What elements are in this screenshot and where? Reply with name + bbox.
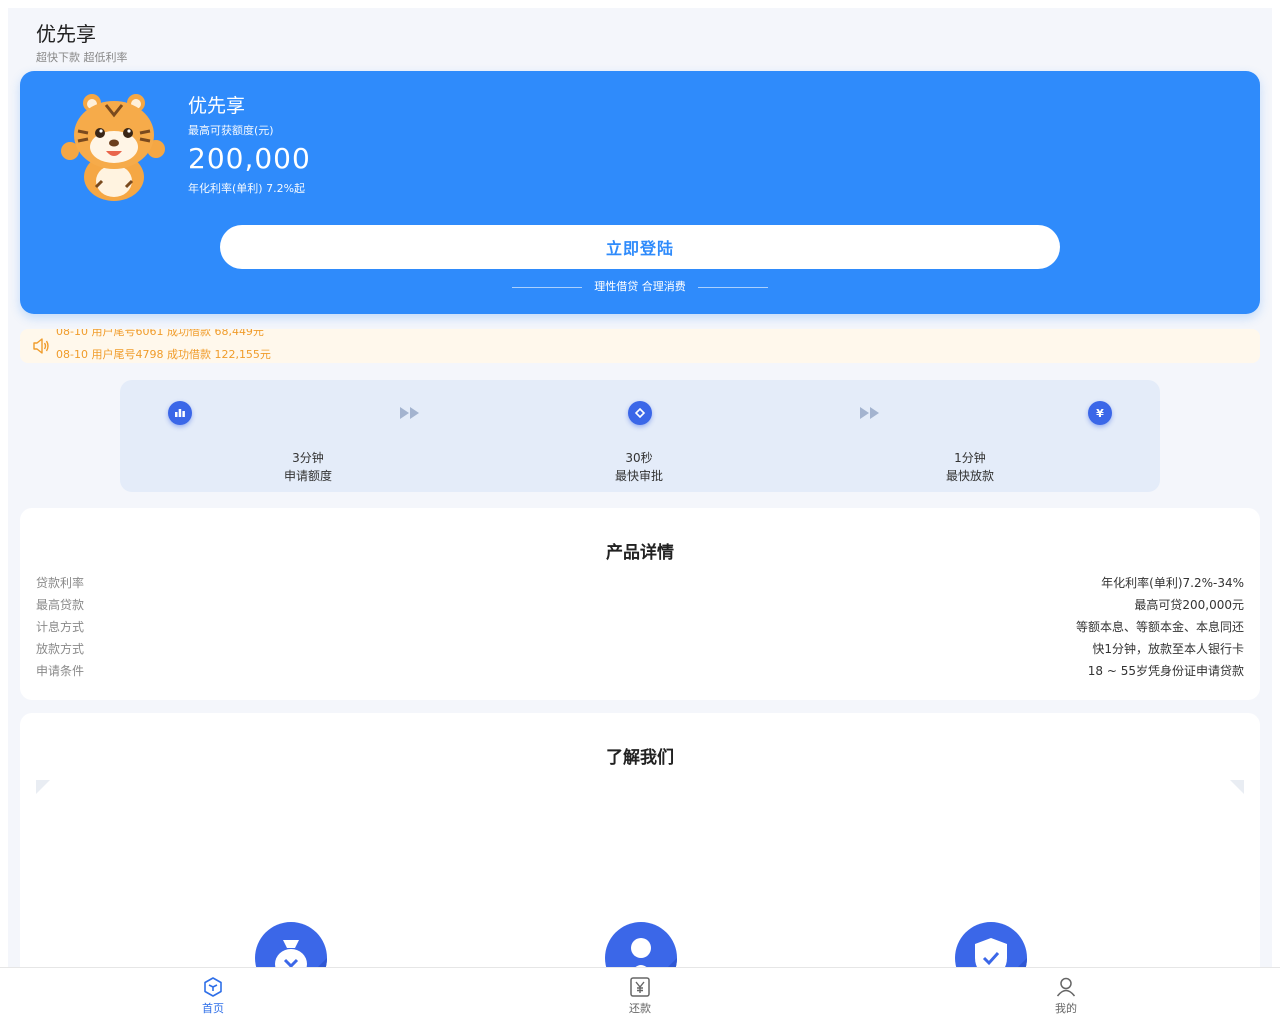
rate-text: 年化利率(单利) 7.2%起 [188, 182, 306, 195]
product-name: 优先享 [188, 95, 246, 117]
detail-row: 申请条件 18 ~ 55岁凭身份证申请贷款 [36, 660, 1244, 682]
home-cube-icon [204, 977, 222, 997]
step-time: 30秒 [625, 451, 653, 465]
user-icon [1056, 977, 1076, 997]
detail-row: 最高贷款 最高可贷200,000元 [36, 594, 1244, 616]
yen-icon: ¥ [1088, 401, 1112, 425]
app-title: 优先享 [36, 22, 96, 46]
section-title: 了解我们 [606, 748, 674, 768]
detail-value: 年化利率(单利)7.2%-34% [1101, 576, 1244, 590]
step-arrow-icon [860, 407, 879, 419]
step-label: 最快放款 [945, 469, 994, 483]
repay-yen-icon [630, 977, 650, 997]
step-label: 申请额度 [283, 469, 332, 483]
corner-decoration [1230, 780, 1244, 794]
step-item: 1分钟 最快放款 [910, 449, 1030, 485]
tip-divider-right [697, 286, 768, 288]
step-time: 3分钟 [292, 451, 324, 465]
steps-panel: ¥ 3分钟 申请额度 30秒 最快审批 1分钟 最快放款 [120, 380, 1160, 492]
notice-text: 08-10 用户尾号4798 成功借款 122,155元 [56, 348, 271, 361]
tab-label: 我的 [1055, 1002, 1077, 1015]
step-arrow-icon [400, 407, 419, 419]
login-button[interactable]: 立即登陆 [220, 225, 1060, 269]
notice-bar: 08-10 用户尾号6061 成功借款 68,449元 08-10 用户尾号47… [20, 329, 1260, 363]
tiger-mascot-icon [61, 94, 165, 201]
step-time: 1分钟 [954, 451, 986, 465]
notice-text-previous: 08-10 用户尾号6061 成功借款 68,449元 [56, 329, 264, 338]
detail-key: 放款方式 [36, 642, 85, 656]
tip-divider-left [512, 286, 583, 288]
app-background: 优先享 超快下款 超低利率 优先享 最高可获额度(元) 200,000 年化利率… [8, 8, 1272, 1024]
detail-key: 计息方式 [36, 620, 85, 634]
step-item: 30秒 最快审批 [579, 449, 699, 485]
detail-row: 放款方式 快1分钟，放款至本人银行卡 [36, 638, 1244, 660]
tab-mine[interactable]: 我的 [1026, 976, 1106, 1016]
product-details-card: 产品详情 贷款利率 年化利率(单利)7.2%-34% 最高贷款 最高可贷200,… [20, 508, 1260, 700]
tab-label: 还款 [629, 1002, 651, 1015]
corner-decoration [36, 780, 50, 794]
quota-amount: 200,000 [188, 142, 311, 175]
detail-value: 等额本息、等额本金、本息同还 [1075, 620, 1244, 634]
app-header: 优先享 超快下款 超低利率 [36, 20, 128, 65]
detail-row: 计息方式 等额本息、等额本金、本息同还 [36, 616, 1244, 638]
hero-tip: 理性借贷 合理消费 [20, 278, 1260, 294]
detail-value: 18 ~ 55岁凭身份证申请贷款 [1087, 664, 1244, 678]
section-title: 产品详情 [606, 543, 674, 563]
diamond-icon [628, 401, 652, 425]
detail-row: 贷款利率 年化利率(单利)7.2%-34% [36, 572, 1244, 594]
detail-key: 最高贷款 [36, 598, 85, 612]
tab-repay[interactable]: 还款 [600, 976, 680, 1016]
chart-icon [168, 401, 192, 425]
quota-label: 最高可获额度(元) [188, 124, 274, 137]
step-label: 最快审批 [614, 469, 663, 483]
step-item: 3分钟 申请额度 [248, 449, 368, 485]
details-list: 贷款利率 年化利率(单利)7.2%-34% 最高贷款 最高可贷200,000元 … [36, 572, 1244, 682]
hero-info: 优先享 最高可获额度(元) 200,000 年化利率(单利) 7.2%起 [188, 93, 311, 196]
tab-label: 首页 [202, 1002, 224, 1015]
app-subtitle: 超快下款 超低利率 [36, 51, 128, 64]
tip-text: 理性借贷 合理消费 [594, 280, 686, 293]
tab-home[interactable]: 首页 [173, 976, 253, 1016]
detail-value: 最高可贷200,000元 [1134, 598, 1244, 612]
bottom-tab-bar: 首页 还款 我的 [0, 967, 1280, 1025]
detail-value: 快1分钟，放款至本人银行卡 [1092, 642, 1244, 656]
detail-key: 贷款利率 [36, 576, 85, 590]
speaker-icon [33, 338, 49, 354]
detail-key: 申请条件 [36, 664, 85, 678]
hero-card: 优先享 最高可获额度(元) 200,000 年化利率(单利) 7.2%起 立即登… [20, 71, 1260, 314]
